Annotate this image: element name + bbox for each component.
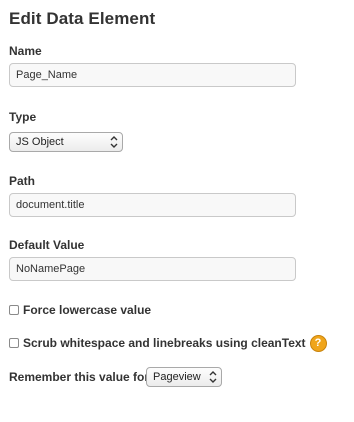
page-title: Edit Data Element bbox=[9, 9, 156, 28]
scrub-whitespace-row[interactable]: Scrub whitespace and linebreaks using cl… bbox=[9, 334, 327, 352]
path-input[interactable] bbox=[9, 193, 296, 217]
default-value-label: Default Value bbox=[9, 238, 85, 252]
select-arrows-icon bbox=[209, 371, 217, 383]
force-lowercase-label: Force lowercase value bbox=[23, 303, 152, 317]
scrub-whitespace-label: Scrub whitespace and linebreaks using cl… bbox=[23, 336, 306, 350]
remember-select[interactable]: Pageview bbox=[146, 367, 222, 387]
scrub-whitespace-checkbox[interactable] bbox=[9, 338, 19, 348]
default-value-input[interactable] bbox=[9, 257, 296, 281]
type-select[interactable]: JS Object bbox=[9, 132, 123, 152]
remember-select-value: Pageview bbox=[153, 371, 201, 383]
type-select-value: JS Object bbox=[16, 136, 64, 148]
path-label: Path bbox=[9, 174, 36, 188]
force-lowercase-checkbox[interactable] bbox=[9, 305, 19, 315]
remember-label: Remember this value for bbox=[9, 370, 150, 384]
name-label: Name bbox=[9, 44, 42, 58]
name-input[interactable] bbox=[9, 63, 296, 87]
remember-row: Remember this value for bbox=[9, 367, 149, 387]
force-lowercase-row[interactable]: Force lowercase value bbox=[9, 302, 151, 318]
help-icon[interactable]: ? bbox=[309, 334, 327, 352]
select-arrows-icon bbox=[110, 136, 118, 148]
type-label: Type bbox=[9, 110, 37, 124]
